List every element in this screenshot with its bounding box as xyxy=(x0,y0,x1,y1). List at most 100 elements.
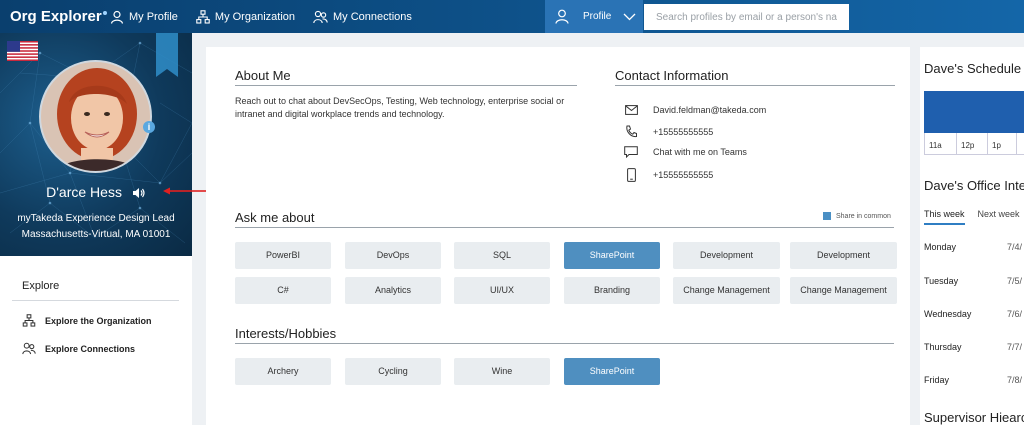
office-day: Tuesday xyxy=(924,276,959,286)
chevron-down-icon xyxy=(623,13,636,20)
person-icon xyxy=(110,10,124,24)
ask-tag[interactable]: SQL xyxy=(454,242,550,269)
org-chart-icon xyxy=(196,9,210,24)
ask-tag[interactable]: PowerBI xyxy=(235,242,331,269)
contact-teams[interactable]: Chat with me on Teams xyxy=(624,146,747,158)
person-icon xyxy=(555,9,569,24)
office-title: Dave's Office Inte xyxy=(924,178,1024,193)
legend-swatch xyxy=(823,212,831,220)
share-legend-label: Share in common xyxy=(836,212,891,220)
mail-icon xyxy=(624,105,638,115)
contact-mobile[interactable]: +15555555555 xyxy=(624,168,713,182)
people-icon xyxy=(313,10,328,23)
ask-title: Ask me about xyxy=(235,210,315,225)
ask-tag[interactable]: DevOps xyxy=(345,242,441,269)
interest-tag[interactable]: Wine xyxy=(454,358,550,385)
nav-my-profile-label: My Profile xyxy=(129,10,178,23)
mobile-phone-icon xyxy=(626,168,636,182)
about-divider xyxy=(235,85,577,86)
profile-card: i D'arce Hess myTakeda Experience Design… xyxy=(0,33,192,256)
app-title[interactable]: Org Explorer xyxy=(0,8,107,25)
right-panel: Dave's Schedule 11a 12p 1p Dave's Office… xyxy=(920,47,1024,425)
about-text: Reach out to chat about DevSecOps, Testi… xyxy=(235,96,565,119)
explore-organization-label: Explore the Organization xyxy=(45,315,152,326)
office-week-tabs: This week Next week xyxy=(924,209,1024,225)
brand-dot xyxy=(102,11,107,15)
speaker-icon[interactable] xyxy=(132,187,146,199)
explore-title: Explore xyxy=(22,280,60,292)
ask-tag[interactable]: Change Management xyxy=(673,277,780,304)
interests-divider xyxy=(235,343,894,344)
office-date: 7/5/ xyxy=(1007,276,1023,286)
ask-tag[interactable]: Analytics xyxy=(345,277,441,304)
main-content-card: About Me Reach out to chat about DevSecO… xyxy=(206,47,910,425)
share-in-common-legend: Share in common xyxy=(823,212,891,220)
explore-connections-link[interactable]: Explore Connections xyxy=(22,342,135,355)
office-date: 7/4/ xyxy=(1007,242,1023,252)
ask-tag-shared[interactable]: SharePoint xyxy=(564,242,660,269)
schedule-busy-block[interactable] xyxy=(924,91,1024,133)
nav-my-organization-label: My Organization xyxy=(214,10,295,23)
nav-my-organization[interactable]: My Organization xyxy=(196,9,295,24)
contact-phone-text: +15555555555 xyxy=(653,126,714,137)
avatar-portrait xyxy=(41,62,150,171)
person-location: Massachusetts-Virtual, MA 01001 xyxy=(21,229,171,240)
ask-tag[interactable]: Branding xyxy=(564,277,660,304)
phone-icon xyxy=(626,125,637,138)
contact-email-text: David.feldman@takeda.com xyxy=(653,105,767,115)
contact-divider xyxy=(615,85,895,86)
org-chart-icon xyxy=(22,314,36,327)
office-day: Monday xyxy=(924,242,957,252)
office-day: Wednesday xyxy=(924,309,972,319)
supervisor-title: Supervisor Hiearc xyxy=(924,410,1024,425)
office-day: Friday xyxy=(924,375,950,385)
schedule-title: Dave's Schedule xyxy=(924,61,1022,76)
tab-next-week[interactable]: Next week xyxy=(978,209,1020,225)
explore-divider xyxy=(12,300,179,301)
schedule-tick xyxy=(1016,133,1021,155)
tab-this-week[interactable]: This week xyxy=(924,209,965,225)
schedule-timeline: 11a 12p 1p xyxy=(924,133,1024,155)
schedule-tick: 11a xyxy=(924,133,942,155)
schedule-tick: 12p xyxy=(956,133,974,155)
info-icon[interactable]: i xyxy=(143,121,155,133)
profile-menu[interactable]: Profile xyxy=(545,0,643,33)
interests-title: Interests/Hobbies xyxy=(235,326,337,341)
interest-tag[interactable]: Archery xyxy=(235,358,331,385)
top-nav-bar: Org Explorer My Profile My Organization … xyxy=(0,0,1024,33)
office-date: 7/7/ xyxy=(1007,342,1023,352)
office-date: 7/6/ xyxy=(1007,309,1023,319)
ask-tag[interactable]: UI/UX xyxy=(454,277,550,304)
ask-tag[interactable]: Development xyxy=(790,242,897,269)
contact-mobile-text: +15555555555 xyxy=(653,170,714,180)
nav-my-connections[interactable]: My Connections xyxy=(313,10,412,24)
nav-my-connections-label: My Connections xyxy=(333,10,412,23)
contact-teams-text: Chat with me on Teams xyxy=(653,147,747,157)
app-title-text: Org Explorer xyxy=(10,8,102,25)
us-flag-icon xyxy=(7,41,38,61)
contact-email[interactable]: David.feldman@takeda.com xyxy=(624,105,766,115)
search-input[interactable] xyxy=(644,4,849,30)
interest-tag[interactable]: Cycling xyxy=(345,358,441,385)
explore-organization-link[interactable]: Explore the Organization xyxy=(22,314,152,327)
nav-my-profile[interactable]: My Profile xyxy=(110,10,178,24)
about-title: About Me xyxy=(235,68,291,83)
office-day: Thursday xyxy=(924,342,962,352)
explore-connections-label: Explore Connections xyxy=(45,343,136,354)
office-date: 7/8/ xyxy=(1007,375,1023,385)
avatar xyxy=(39,60,152,173)
ask-tag[interactable]: Change Management xyxy=(790,277,897,304)
schedule-tick: 1p xyxy=(987,133,1001,155)
person-name-text: D'arce Hess xyxy=(46,184,122,200)
contact-phone[interactable]: +15555555555 xyxy=(624,125,713,138)
bookmark-icon[interactable] xyxy=(156,33,178,77)
ask-divider xyxy=(235,227,894,228)
person-role: myTakeda Experience Design Lead xyxy=(17,213,175,224)
explore-panel: Explore Explore the Organization Explore… xyxy=(0,256,192,425)
profile-menu-label: Profile xyxy=(583,11,612,22)
chat-icon xyxy=(624,146,638,158)
contact-title: Contact Information xyxy=(615,68,729,83)
ask-tag[interactable]: Development xyxy=(673,242,780,269)
interest-tag-shared[interactable]: SharePoint xyxy=(564,358,660,385)
ask-tag[interactable]: C# xyxy=(235,277,331,304)
